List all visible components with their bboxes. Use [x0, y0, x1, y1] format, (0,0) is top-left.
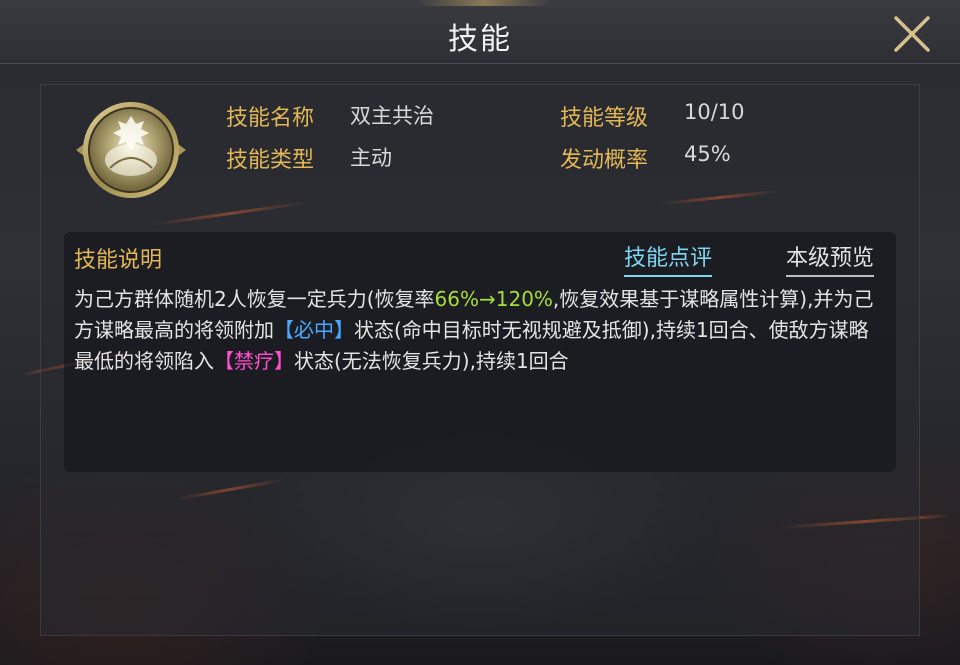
recovery-rate-highlight: 66%→120%	[434, 287, 553, 311]
tab-skill-review[interactable]: 技能点评	[624, 240, 713, 277]
trigger-rate-label: 发动概率	[560, 148, 649, 173]
desc-segment: 状态(无法恢复兵力),持续1回合	[294, 349, 569, 373]
skill-level-label: 技能等级	[560, 106, 649, 131]
close-button[interactable]	[890, 12, 934, 56]
skill-name-value: 双主共治	[350, 104, 434, 128]
desc-segment: 为己方群体随机2人恢复一定兵力(恢复率	[74, 287, 435, 311]
status-sure-hit: 【必中】	[274, 318, 354, 342]
close-x-icon	[894, 16, 930, 52]
skill-name-label: 技能名称	[226, 106, 315, 131]
page-title: 技能	[448, 22, 512, 57]
status-no-heal: 【禁疗】	[214, 349, 294, 373]
title-bar: 技能	[0, 0, 960, 64]
description-title: 技能说明	[74, 248, 163, 273]
skill-type-label: 技能类型	[226, 148, 315, 173]
tab-level-preview[interactable]: 本级预览	[786, 240, 875, 277]
skill-type-value: 主动	[350, 146, 392, 170]
skill-emblem-icon	[76, 102, 186, 198]
title-ornament	[418, 0, 550, 6]
skill-level-value: 10/10	[684, 100, 745, 124]
description-text: 为己方群体随机2人恢复一定兵力(恢复率66%→120%,恢复效果基于谋略属性计算…	[74, 284, 886, 377]
trigger-rate-value: 45%	[684, 142, 731, 166]
